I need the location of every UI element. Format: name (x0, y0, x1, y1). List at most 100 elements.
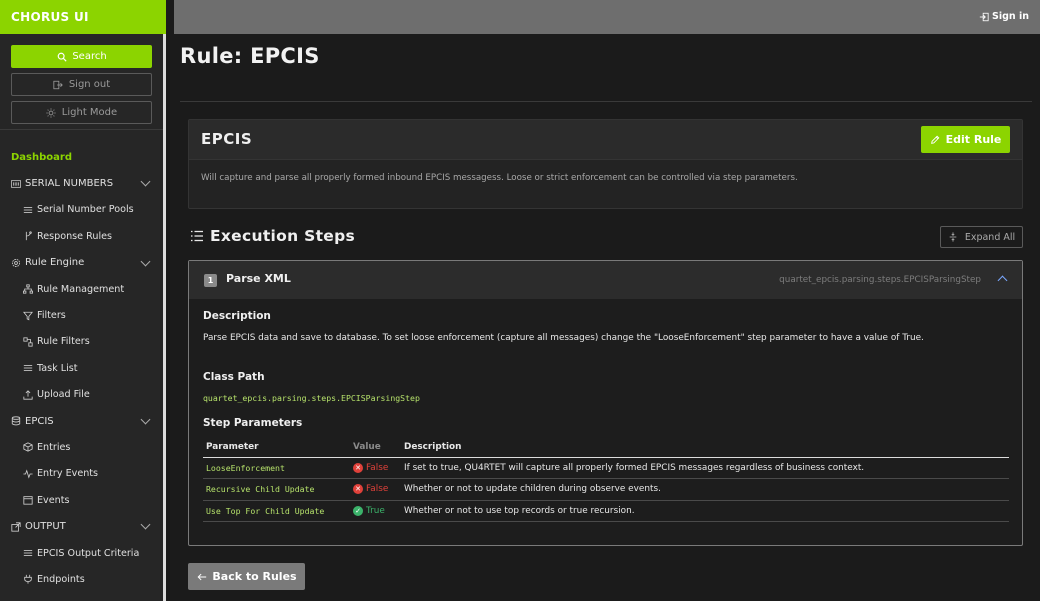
chevron-down-icon (140, 520, 151, 530)
expand-all-button[interactable]: Expand All (940, 226, 1023, 248)
step-number-badge: 1 (204, 274, 217, 287)
filter-icon (22, 310, 33, 321)
upload-icon (22, 389, 33, 400)
sidebar-item-task-list[interactable]: Task List (0, 355, 163, 381)
param-value-label: True (366, 505, 385, 516)
sidebar-item-entries[interactable]: Entries (0, 434, 163, 460)
param-description: Whether or not to use top records or tru… (401, 500, 1009, 522)
sign-in-icon (978, 11, 989, 22)
rule-card-header: EPCIS Edit Rule (189, 120, 1022, 160)
sidebar-item-label: EPCIS (25, 415, 54, 427)
sidebar-item-response-rules[interactable]: Response Rules (0, 223, 163, 249)
param-description: Whether or not to update children during… (401, 478, 1009, 501)
expand-all-label: Expand All (964, 231, 1016, 243)
rule-description: Will capture and parse all properly form… (201, 173, 798, 183)
param-name: Recursive Child Update (203, 478, 350, 501)
sign-out-button[interactable]: Sign out (11, 73, 152, 96)
sidebar-item-label: Endpoints (37, 573, 85, 585)
gear-icon (10, 257, 21, 268)
back-to-rules-label: Back to Rules (212, 570, 297, 583)
sidebar-item-label: Dashboard (11, 151, 72, 163)
list-icon (22, 548, 33, 559)
execution-steps-heading: Execution Steps (189, 227, 355, 245)
column-header-description: Description (401, 437, 1009, 458)
sidebar-item-label: Serial Number Pools (37, 204, 134, 216)
table-row: LooseEnforcement ✕ False If set to true,… (203, 457, 1009, 479)
barcode-icon (10, 178, 21, 189)
sidebar-item-rule-management[interactable]: Rule Management (0, 276, 163, 302)
search-button-label: Search (72, 51, 107, 62)
pencil-icon (930, 134, 941, 145)
sidebar-item-label: Upload File (37, 389, 90, 401)
step-class-path-header: quartet_epcis.parsing.steps.EPCISParsing… (779, 275, 981, 285)
sidebar-item-output[interactable]: OUTPUT (0, 513, 163, 539)
table-header-row: Parameter Value Description (203, 437, 1009, 458)
light-mode-button[interactable]: Light Mode (11, 101, 152, 124)
sidebar-item-epcis[interactable]: EPCIS (0, 408, 163, 434)
check-circle-icon: ✓ (353, 505, 363, 516)
light-mode-label: Light Mode (61, 107, 118, 118)
param-name: Use Top For Child Update (203, 500, 350, 522)
sign-in-label: Sign in (992, 11, 1029, 22)
search-button[interactable]: Search (11, 45, 152, 68)
sidebar-item-label: Events (37, 494, 70, 506)
x-circle-icon: ✕ (353, 484, 363, 495)
step-parameters-table: Parameter Value Description LooseEnforce… (203, 437, 1009, 522)
table-row: Recursive Child Update ✕ False Whether o… (203, 478, 1009, 501)
rule-name: EPCIS (201, 130, 253, 148)
list-icon (22, 363, 33, 374)
arrow-left-icon (196, 571, 207, 582)
param-value-label: False (366, 462, 389, 473)
chevron-down-icon (140, 256, 151, 267)
chevron-down-icon (140, 176, 151, 187)
sign-in-link[interactable]: Sign in (978, 11, 1029, 22)
step-description-heading: Description (203, 310, 271, 322)
sign-out-label: Sign out (68, 79, 111, 90)
sidebar-item-label: Rule Engine (25, 257, 85, 269)
list-icon (189, 229, 204, 244)
sidebar-item-filters[interactable]: Filters (0, 302, 163, 328)
param-value: ✓ True (350, 500, 401, 522)
step-header[interactable]: 1 Parse XML quartet_epcis.parsing.steps.… (189, 261, 1022, 299)
param-description: If set to true, QU4RTET will capture all… (401, 457, 1009, 479)
sidebar-item-endpoints[interactable]: Endpoints (0, 566, 163, 592)
step-parameters-heading: Step Parameters (203, 417, 303, 429)
sidebar-item-label: OUTPUT (25, 521, 66, 533)
sidebar-item-label: Task List (37, 362, 78, 374)
param-value: ✕ False (350, 457, 401, 479)
sidebar-item-dashboard[interactable]: Dashboard (0, 144, 163, 170)
sign-out-icon (53, 79, 64, 90)
sitemap-icon (22, 284, 33, 295)
edit-rule-label: Edit Rule (945, 133, 1002, 146)
table-row: Use Top For Child Update ✓ True Whether … (203, 500, 1009, 522)
param-value: ✕ False (350, 478, 401, 501)
plug-icon (22, 574, 33, 585)
sidebar-item-serial-number-pools[interactable]: Serial Number Pools (0, 197, 163, 223)
chevron-up-icon[interactable] (997, 275, 1008, 286)
sidebar-item-upload-file[interactable]: Upload File (0, 382, 163, 408)
sidebar-item-label: Entries (37, 441, 71, 453)
sidebar-item-rule-engine[interactable]: Rule Engine (0, 250, 163, 276)
x-circle-icon: ✕ (353, 462, 363, 473)
top-bar: Sign in (174, 0, 1040, 34)
expand-icon (948, 232, 959, 243)
sidebar-divider (0, 129, 163, 130)
brand-logo[interactable]: CHORUS UI (0, 0, 166, 34)
status-badge: ✓ True (353, 505, 385, 516)
sidebar-item-label: Rule Management (37, 283, 125, 295)
page-title: Rule: EPCIS (180, 44, 320, 68)
back-to-rules-button[interactable]: Back to Rules (188, 563, 305, 590)
sidebar-item-events[interactable]: Events (0, 487, 163, 513)
branch-icon (22, 231, 33, 242)
sidebar-item-label: EPCIS Output Criteria (37, 547, 140, 559)
search-icon (56, 51, 67, 62)
list-icon (22, 204, 33, 215)
column-header-value: Value (350, 437, 401, 458)
sidebar-item-serial-numbers[interactable]: SERIAL NUMBERS (0, 170, 163, 196)
sidebar-item-label: Filters (37, 310, 66, 322)
sidebar-item-epcis-output-criteria[interactable]: EPCIS Output Criteria (0, 540, 163, 566)
sidebar-item-rule-filters[interactable]: Rule Filters (0, 329, 163, 355)
class-path-heading: Class Path (203, 371, 265, 383)
sidebar-item-entry-events[interactable]: Entry Events (0, 461, 163, 487)
edit-rule-button[interactable]: Edit Rule (921, 126, 1010, 153)
